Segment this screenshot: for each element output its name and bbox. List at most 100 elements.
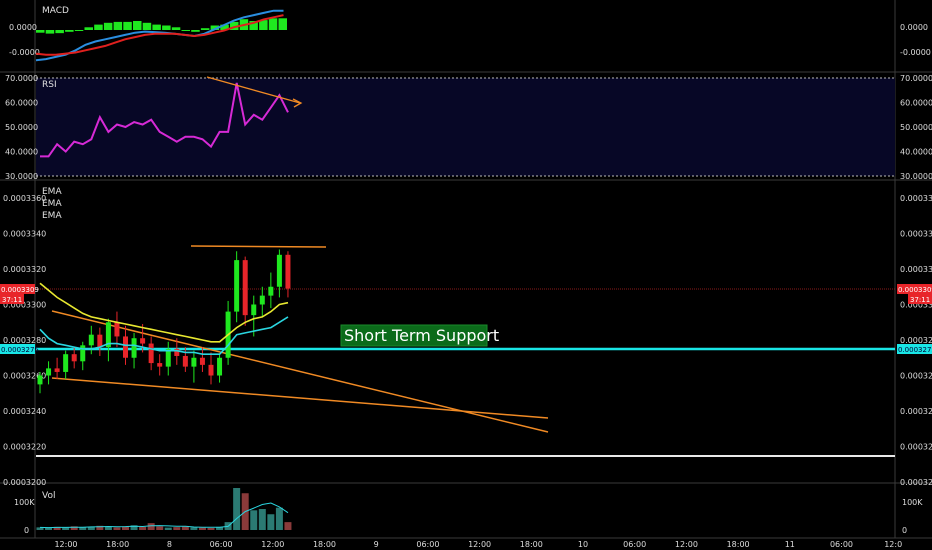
volume-bar bbox=[173, 527, 181, 530]
candle[interactable] bbox=[54, 357, 60, 380]
time-tick-label: 06:00 bbox=[210, 540, 233, 549]
svg-text:0.0003275: 0.0003275 bbox=[1, 346, 39, 354]
rsi-right-axis-label: 50.0000 bbox=[900, 123, 932, 132]
macd-hist-bar bbox=[142, 22, 152, 30]
svg-text:0.0003275: 0.0003275 bbox=[898, 346, 932, 354]
price-right-axis-label: 0.0003280 bbox=[900, 336, 932, 345]
rsi-right-axis-label: 60.0000 bbox=[900, 99, 932, 108]
macd-hist-bar bbox=[123, 21, 132, 30]
macd-axis-label-0: 0.0000 bbox=[9, 23, 37, 32]
macd-right-axis-label-0: 0.0000 bbox=[900, 23, 928, 32]
candle[interactable] bbox=[80, 341, 86, 371]
candle[interactable] bbox=[165, 341, 171, 376]
macd-hist-bar bbox=[152, 24, 161, 30]
time-tick-label: 12:0 bbox=[884, 540, 902, 549]
candle[interactable] bbox=[46, 361, 52, 385]
time-tick-label: 9 bbox=[374, 540, 379, 549]
macd-hist-bar bbox=[84, 27, 93, 30]
volume-bar bbox=[113, 527, 121, 530]
volume-bar bbox=[250, 510, 258, 530]
price-axis-label: 0.0003320 bbox=[3, 265, 46, 274]
short-term-support-label[interactable]: Short Term Support bbox=[340, 324, 499, 347]
price-right-axis-label: 0.0003240 bbox=[900, 407, 932, 416]
volume-bar bbox=[267, 514, 275, 530]
vol-axis-label-1: 0 bbox=[24, 526, 29, 535]
svg-text:37:11: 37:11 bbox=[2, 296, 22, 304]
volume-bar bbox=[198, 527, 206, 530]
candle[interactable] bbox=[148, 336, 154, 371]
price-right-axis-label: 0.0003200 bbox=[900, 478, 932, 487]
macd-hist-bar bbox=[181, 30, 190, 31]
macd-hist-bar bbox=[36, 30, 45, 33]
macd-axis-label-1: -0.0000 bbox=[9, 48, 40, 57]
price-panel[interactable]: EMA EMA EMA 0.00033600.00033400.00033200… bbox=[0, 187, 932, 487]
macd-hist-bar bbox=[133, 21, 142, 30]
volume-bar bbox=[139, 526, 147, 530]
macd-hist-bar bbox=[191, 30, 200, 32]
rsi-axis-label: 50.0000 bbox=[5, 123, 38, 132]
candle[interactable] bbox=[217, 354, 223, 383]
candle[interactable] bbox=[105, 318, 111, 362]
volume-bar bbox=[284, 522, 292, 530]
rsi-right-axis-label: 70.0000 bbox=[900, 74, 932, 83]
time-tick-label: 12:00 bbox=[675, 540, 698, 549]
time-tick-label: 06:00 bbox=[416, 540, 439, 549]
support-tag-left: 0.0003275 bbox=[0, 344, 39, 354]
macd-hist-bar bbox=[74, 30, 84, 31]
candle[interactable] bbox=[276, 249, 282, 298]
svg-text:0.0003309: 0.0003309 bbox=[898, 286, 932, 294]
rsi-panel[interactable]: RSI 70.000060.000050.000040.000030.0000 … bbox=[5, 74, 932, 181]
resistance-trendline bbox=[190, 245, 327, 248]
time-tick-label: 11 bbox=[785, 540, 795, 549]
candle[interactable] bbox=[199, 347, 205, 372]
volume-bar bbox=[258, 509, 266, 530]
candle[interactable] bbox=[259, 286, 265, 317]
rsi-axis-label: 60.0000 bbox=[5, 99, 38, 108]
time-tick-label: 06:00 bbox=[830, 540, 853, 549]
time-tick-label: 18:00 bbox=[520, 540, 543, 549]
volume-bar bbox=[62, 527, 70, 530]
volume-bar bbox=[181, 526, 189, 530]
volume-bar bbox=[156, 526, 164, 530]
time-tick-label: 06:00 bbox=[623, 540, 646, 549]
macd-hist-bar bbox=[94, 24, 103, 30]
trading-chart[interactable]: MACD 0.0000 -0.0000 0.0000 -0.0000 RSI 7… bbox=[0, 0, 932, 550]
candle[interactable] bbox=[114, 311, 120, 348]
macd-hist-bar bbox=[278, 18, 287, 30]
candle[interactable] bbox=[285, 251, 291, 298]
time-tick-label: 12:00 bbox=[468, 540, 491, 549]
candle[interactable] bbox=[182, 347, 188, 372]
macd-panel[interactable]: MACD 0.0000 -0.0000 0.0000 -0.0000 bbox=[9, 6, 931, 62]
rsi-right-axis-label: 40.0000 bbox=[900, 148, 932, 157]
ema-fast-line bbox=[39, 282, 289, 343]
candle[interactable] bbox=[208, 352, 214, 385]
price-right-axis-label: 0.0003320 bbox=[900, 265, 932, 274]
candle[interactable] bbox=[63, 350, 69, 380]
price-axis-label: 0.0003340 bbox=[3, 230, 46, 239]
macd-hist-bar bbox=[171, 27, 181, 30]
price-axis-label: 0.0003280 bbox=[3, 336, 46, 345]
time-axis[interactable]: 12:00 18:00 8 06:00 12:00 18:00 9 06:00 12:00 18:… bbox=[54, 540, 902, 549]
candle[interactable] bbox=[191, 350, 197, 383]
candle[interactable] bbox=[234, 251, 240, 323]
time-tick-label: 18:00 bbox=[313, 540, 336, 549]
rsi-axis-label: 30.0000 bbox=[5, 172, 38, 181]
candle[interactable] bbox=[131, 332, 137, 369]
macd-hist-bar bbox=[162, 25, 171, 30]
price-axis-label: 0.0003220 bbox=[3, 443, 46, 452]
macd-hist-bar bbox=[55, 30, 64, 34]
candle[interactable] bbox=[268, 272, 274, 309]
macd-hist-bar bbox=[113, 21, 123, 30]
candle[interactable] bbox=[157, 354, 163, 376]
candle[interactable] bbox=[242, 256, 248, 326]
vol-title: Vol bbox=[42, 491, 55, 501]
price-axis-label: 0.0003360 bbox=[3, 194, 46, 203]
macd-title: MACD bbox=[42, 6, 69, 16]
volume-bar bbox=[104, 526, 112, 530]
time-tick-label: 8 bbox=[167, 540, 172, 549]
candle[interactable] bbox=[71, 347, 77, 369]
volume-panel[interactable]: Vol 100K 0 100K 0 bbox=[14, 488, 923, 535]
volume-bar bbox=[233, 488, 241, 530]
macd-hist-bar bbox=[65, 30, 74, 32]
candle[interactable] bbox=[97, 327, 103, 356]
